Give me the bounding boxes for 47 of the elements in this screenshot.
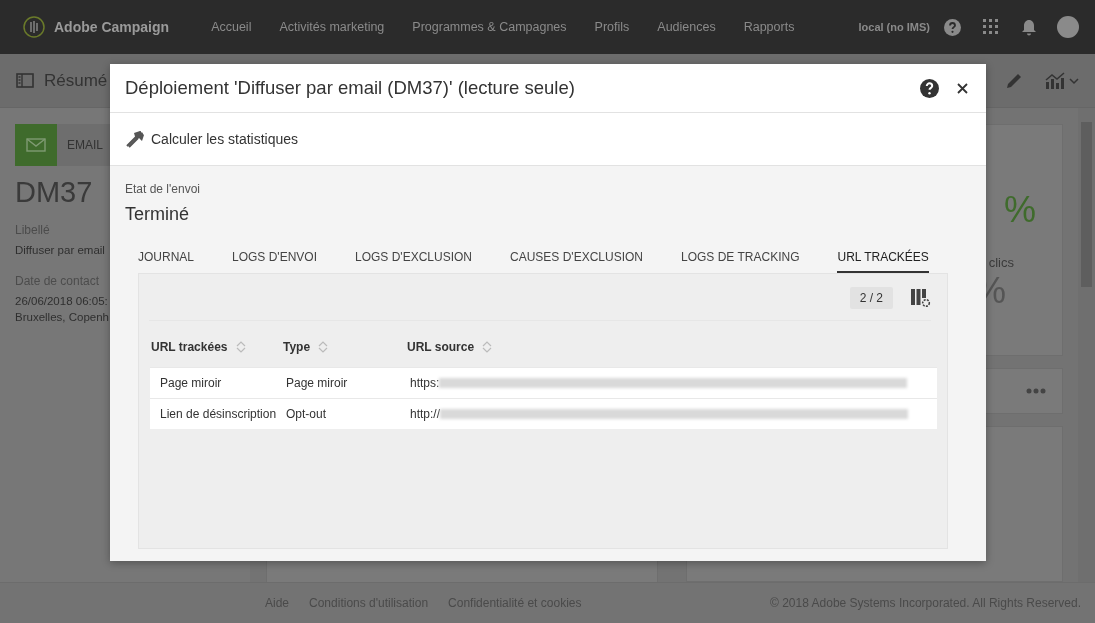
field-value: Bruxelles, Copenh [15, 310, 109, 325]
panel-icon[interactable] [16, 73, 34, 88]
calculate-stats-button[interactable]: Calculer les statistiques [125, 130, 299, 148]
table-cell: Opt-out [286, 398, 410, 429]
avatar-icon[interactable] [1057, 16, 1079, 38]
logo-icon [23, 16, 45, 38]
nav-link[interactable]: Activités marketing [265, 20, 399, 34]
status-value: Terminé [125, 204, 191, 225]
more-icon[interactable] [1026, 388, 1046, 394]
nav-link[interactable]: Programmes & Campagnes [398, 20, 581, 34]
field-value: 26/06/2018 06:05: [15, 294, 108, 309]
field-value: Diffuser par email [15, 243, 105, 258]
chart-menu-icon[interactable] [1045, 71, 1079, 90]
apps-grid-icon[interactable] [983, 19, 999, 35]
tab[interactable]: LOGS D'EXCLUSION [355, 245, 472, 273]
nav-link[interactable]: Accueil [197, 20, 266, 34]
bell-icon[interactable] [1021, 18, 1037, 36]
table-cell: Page miroir [286, 367, 410, 399]
status-label: Etat de l'envoi [125, 182, 201, 196]
table-cell: Page miroir [150, 367, 286, 399]
nav-link[interactable]: Audiences [643, 20, 730, 34]
stat-value: % [1004, 189, 1036, 231]
table-cell: Lien de désinscription [150, 398, 286, 429]
nav-link[interactable]: Rapports [729, 20, 809, 34]
table-cell: https: [410, 376, 440, 390]
nav-link[interactable]: Profils [580, 20, 644, 34]
envelope-icon [26, 138, 46, 152]
dialog-title: Déploiement 'Diffuser par email (DM37)' (lecture seule) [125, 77, 576, 99]
record-count: 2 / 2 [849, 287, 893, 309]
close-icon[interactable] [957, 82, 968, 94]
tab[interactable]: LOGS D'ENVOI [232, 245, 317, 273]
tab[interactable]: CAUSES D'EXCLUSION [510, 245, 643, 273]
brand-name[interactable]: Adobe Campaign [54, 19, 170, 35]
table-cell: http:// [410, 407, 441, 421]
channel-label: EMAIL [67, 138, 103, 152]
column-settings-icon[interactable] [911, 288, 931, 308]
column-header[interactable]: URL source [407, 340, 475, 354]
column-header[interactable]: URL trackées [151, 340, 228, 354]
stat-label: clics [988, 255, 1014, 270]
tab[interactable]: LOGS DE TRACKING [681, 245, 800, 273]
tab[interactable]: JOURNAL [138, 245, 194, 273]
column-header[interactable]: Type [283, 340, 311, 354]
page-title: Résumé [44, 70, 108, 91]
pencil-icon[interactable] [1005, 71, 1023, 90]
instance-label[interactable]: local (no IMS) [858, 21, 930, 33]
help-icon[interactable] [920, 78, 939, 98]
delivery-code: DM37 [15, 176, 93, 209]
